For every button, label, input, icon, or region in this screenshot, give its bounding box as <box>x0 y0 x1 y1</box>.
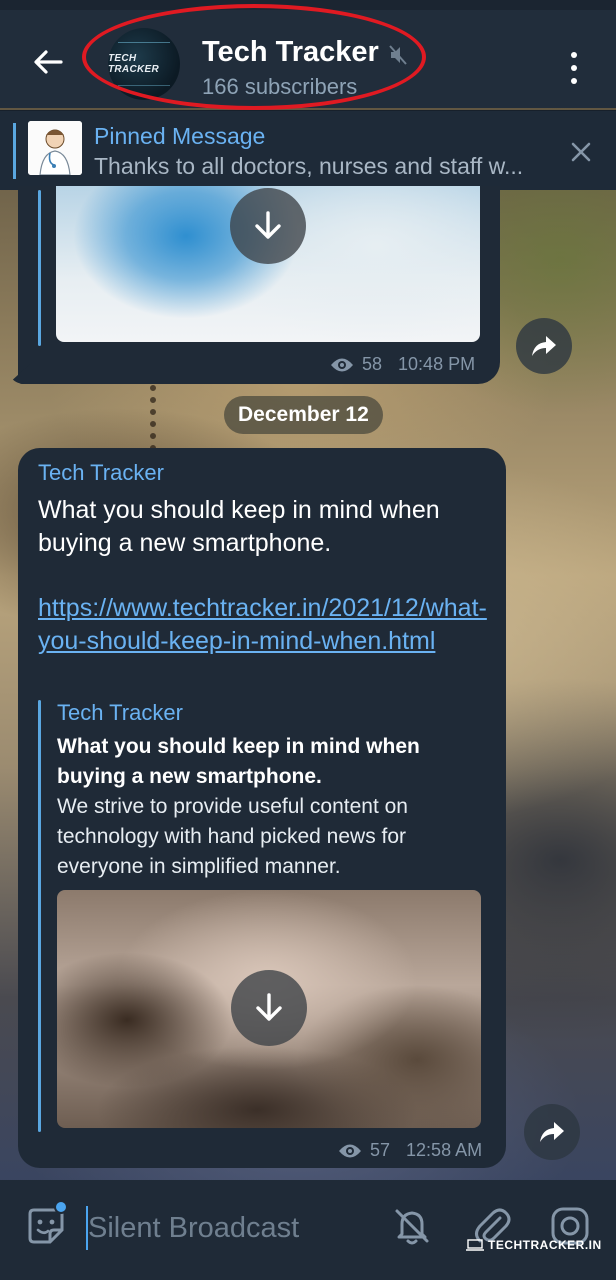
menu-dot <box>571 78 577 84</box>
pinned-thumbnail <box>28 121 82 175</box>
message-input[interactable] <box>86 1206 366 1250</box>
message-text: What you should keep in mind when buying… <box>38 496 440 557</box>
preview-quote-bar <box>38 700 41 1132</box>
channel-avatar[interactable]: TECH TRACKER <box>108 28 180 100</box>
view-count: 58 <box>362 354 383 374</box>
pinned-label: Pinned Message <box>94 123 266 149</box>
share-arrow-icon <box>540 1122 564 1142</box>
preview-quote-bar <box>38 190 41 346</box>
share-arrow-icon <box>532 336 556 356</box>
pinned-accent-line <box>13 123 16 179</box>
message-time: 12:58 AM <box>406 1140 483 1160</box>
link-preview-description: We strive to provide useful content on t… <box>57 795 408 878</box>
pinned-preview-text: Thanks to all doctors, nurses and staff … <box>94 153 524 179</box>
share-button[interactable] <box>516 318 572 374</box>
download-button[interactable] <box>230 188 306 264</box>
speaker-muted-icon <box>389 45 407 65</box>
bell-off-icon <box>395 1209 429 1245</box>
laptop-icon <box>466 1239 484 1251</box>
chat-header: TECH TRACKER Tech Tracker 166 subscriber… <box>0 0 616 108</box>
message-meta: 57 12:58 AM <box>338 1140 482 1161</box>
menu-dot <box>571 65 577 71</box>
eye-icon <box>331 358 353 371</box>
watermark-text: TECHTRACKER.IN <box>488 1238 602 1252</box>
download-button[interactable] <box>231 970 307 1046</box>
link-preview-title: What you should keep in mind when buying… <box>57 735 420 788</box>
subscriber-count: 166 subscribers <box>202 74 358 99</box>
download-arrow-icon <box>256 993 282 1021</box>
close-icon <box>571 142 591 162</box>
channel-title[interactable]: Tech Tracker <box>202 36 379 69</box>
doctor-illustration-icon <box>28 121 82 175</box>
close-pinned-button[interactable] <box>566 137 596 167</box>
download-arrow-icon <box>255 211 281 239</box>
more-vertical-icon <box>571 52 577 58</box>
back-button[interactable] <box>28 42 68 82</box>
share-button[interactable] <box>524 1104 580 1160</box>
avatar-decoration <box>118 42 170 86</box>
pinned-message-bar[interactable]: Pinned Message Thanks to all doctors, nu… <box>0 110 616 190</box>
message-time: 10:48 PM <box>398 354 476 374</box>
watermark: TECHTRACKER.IN <box>466 1238 602 1252</box>
more-options-button[interactable] <box>560 48 588 88</box>
sender-name[interactable]: Tech Tracker <box>38 460 164 486</box>
message-composer <box>0 1180 616 1280</box>
link-preview-site: Tech Tracker <box>57 700 183 725</box>
eye-icon <box>339 1144 361 1157</box>
message-meta: 58 10:48 PM <box>330 354 475 375</box>
view-count: 57 <box>370 1140 391 1160</box>
new-stickers-dot <box>54 1200 68 1214</box>
notifications-toggle-button[interactable] <box>390 1204 434 1248</box>
message-link[interactable]: https://www.techtracker.in/2021/12/what-… <box>38 592 494 658</box>
arrow-left-icon <box>34 50 63 74</box>
date-divider: December 12 <box>224 396 383 434</box>
